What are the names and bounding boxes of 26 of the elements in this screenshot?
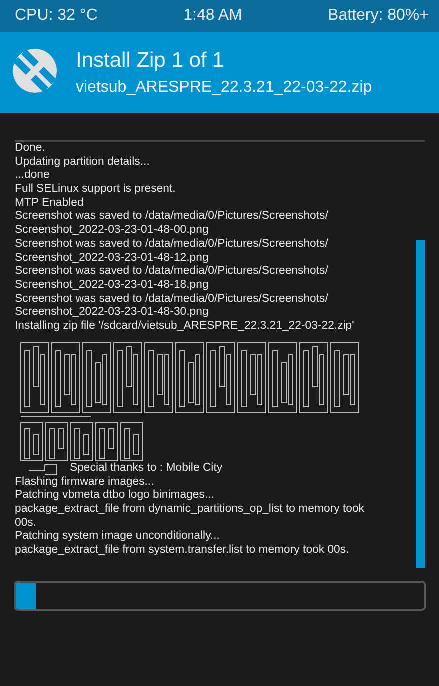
cpu-temperature: CPU: 32 °C [15, 7, 98, 25]
log-line: Flashing firmware images... [15, 476, 156, 490]
zip-filename: vietsub_ARESPRE_22.3.21_22-03-22.zip [76, 78, 372, 96]
log-line: Special thanks to : Mobile City [70, 462, 223, 476]
log-line: Screenshot was saved to /data/media/0/Pictures/Screenshots/ [15, 265, 330, 279]
log-line: Patching system image unconditionally... [15, 530, 221, 544]
log-line: Screenshot was saved to /data/media/0/Pictures/Screenshots/ [15, 210, 330, 224]
log-line: 00s. [15, 516, 38, 530]
log-line: ...done [15, 169, 51, 184]
log-line: Patching vbmeta dtbo logo binimages... [15, 489, 216, 503]
log-line: Screenshot_2022-03-23-01-48-30.png [15, 306, 210, 320]
log-line: package_extract_file from system.transfer.list to memory took 00s. [15, 544, 350, 558]
log-line: package_extract_file from dynamic_partitions_op_list to memory took [15, 503, 366, 517]
log-line: Installing zip file '/sdcard/vietsub_ARESPRE_22.3.21_22-03-22.zip' [15, 320, 356, 334]
battery-level: Battery: 80%+ [328, 7, 429, 25]
log-line: Full SELinux support is present. [15, 183, 177, 197]
log-line: Done. [15, 142, 46, 156]
log-line: Screenshot was saved to /data/media/0/Pictures/Screenshots/ [15, 292, 330, 306]
clock: 1:48 AM [184, 7, 242, 25]
log-line: Screenshot_2022-03-23-01-48-00.png [15, 224, 210, 238]
log-line: Screenshot was saved to /data/media/0/Pictures/Screenshots/ [15, 238, 330, 252]
log-line: Screenshot_2022-03-23-01-48-12.png [15, 252, 210, 266]
screen-title: Install Zip 1 of 1 [76, 48, 226, 72]
log-line: MTP Enabled [15, 196, 85, 210]
log-line: Screenshot_2022-03-23-01-48-18.png [15, 278, 210, 293]
log-line: Updating partition details... [15, 156, 151, 170]
